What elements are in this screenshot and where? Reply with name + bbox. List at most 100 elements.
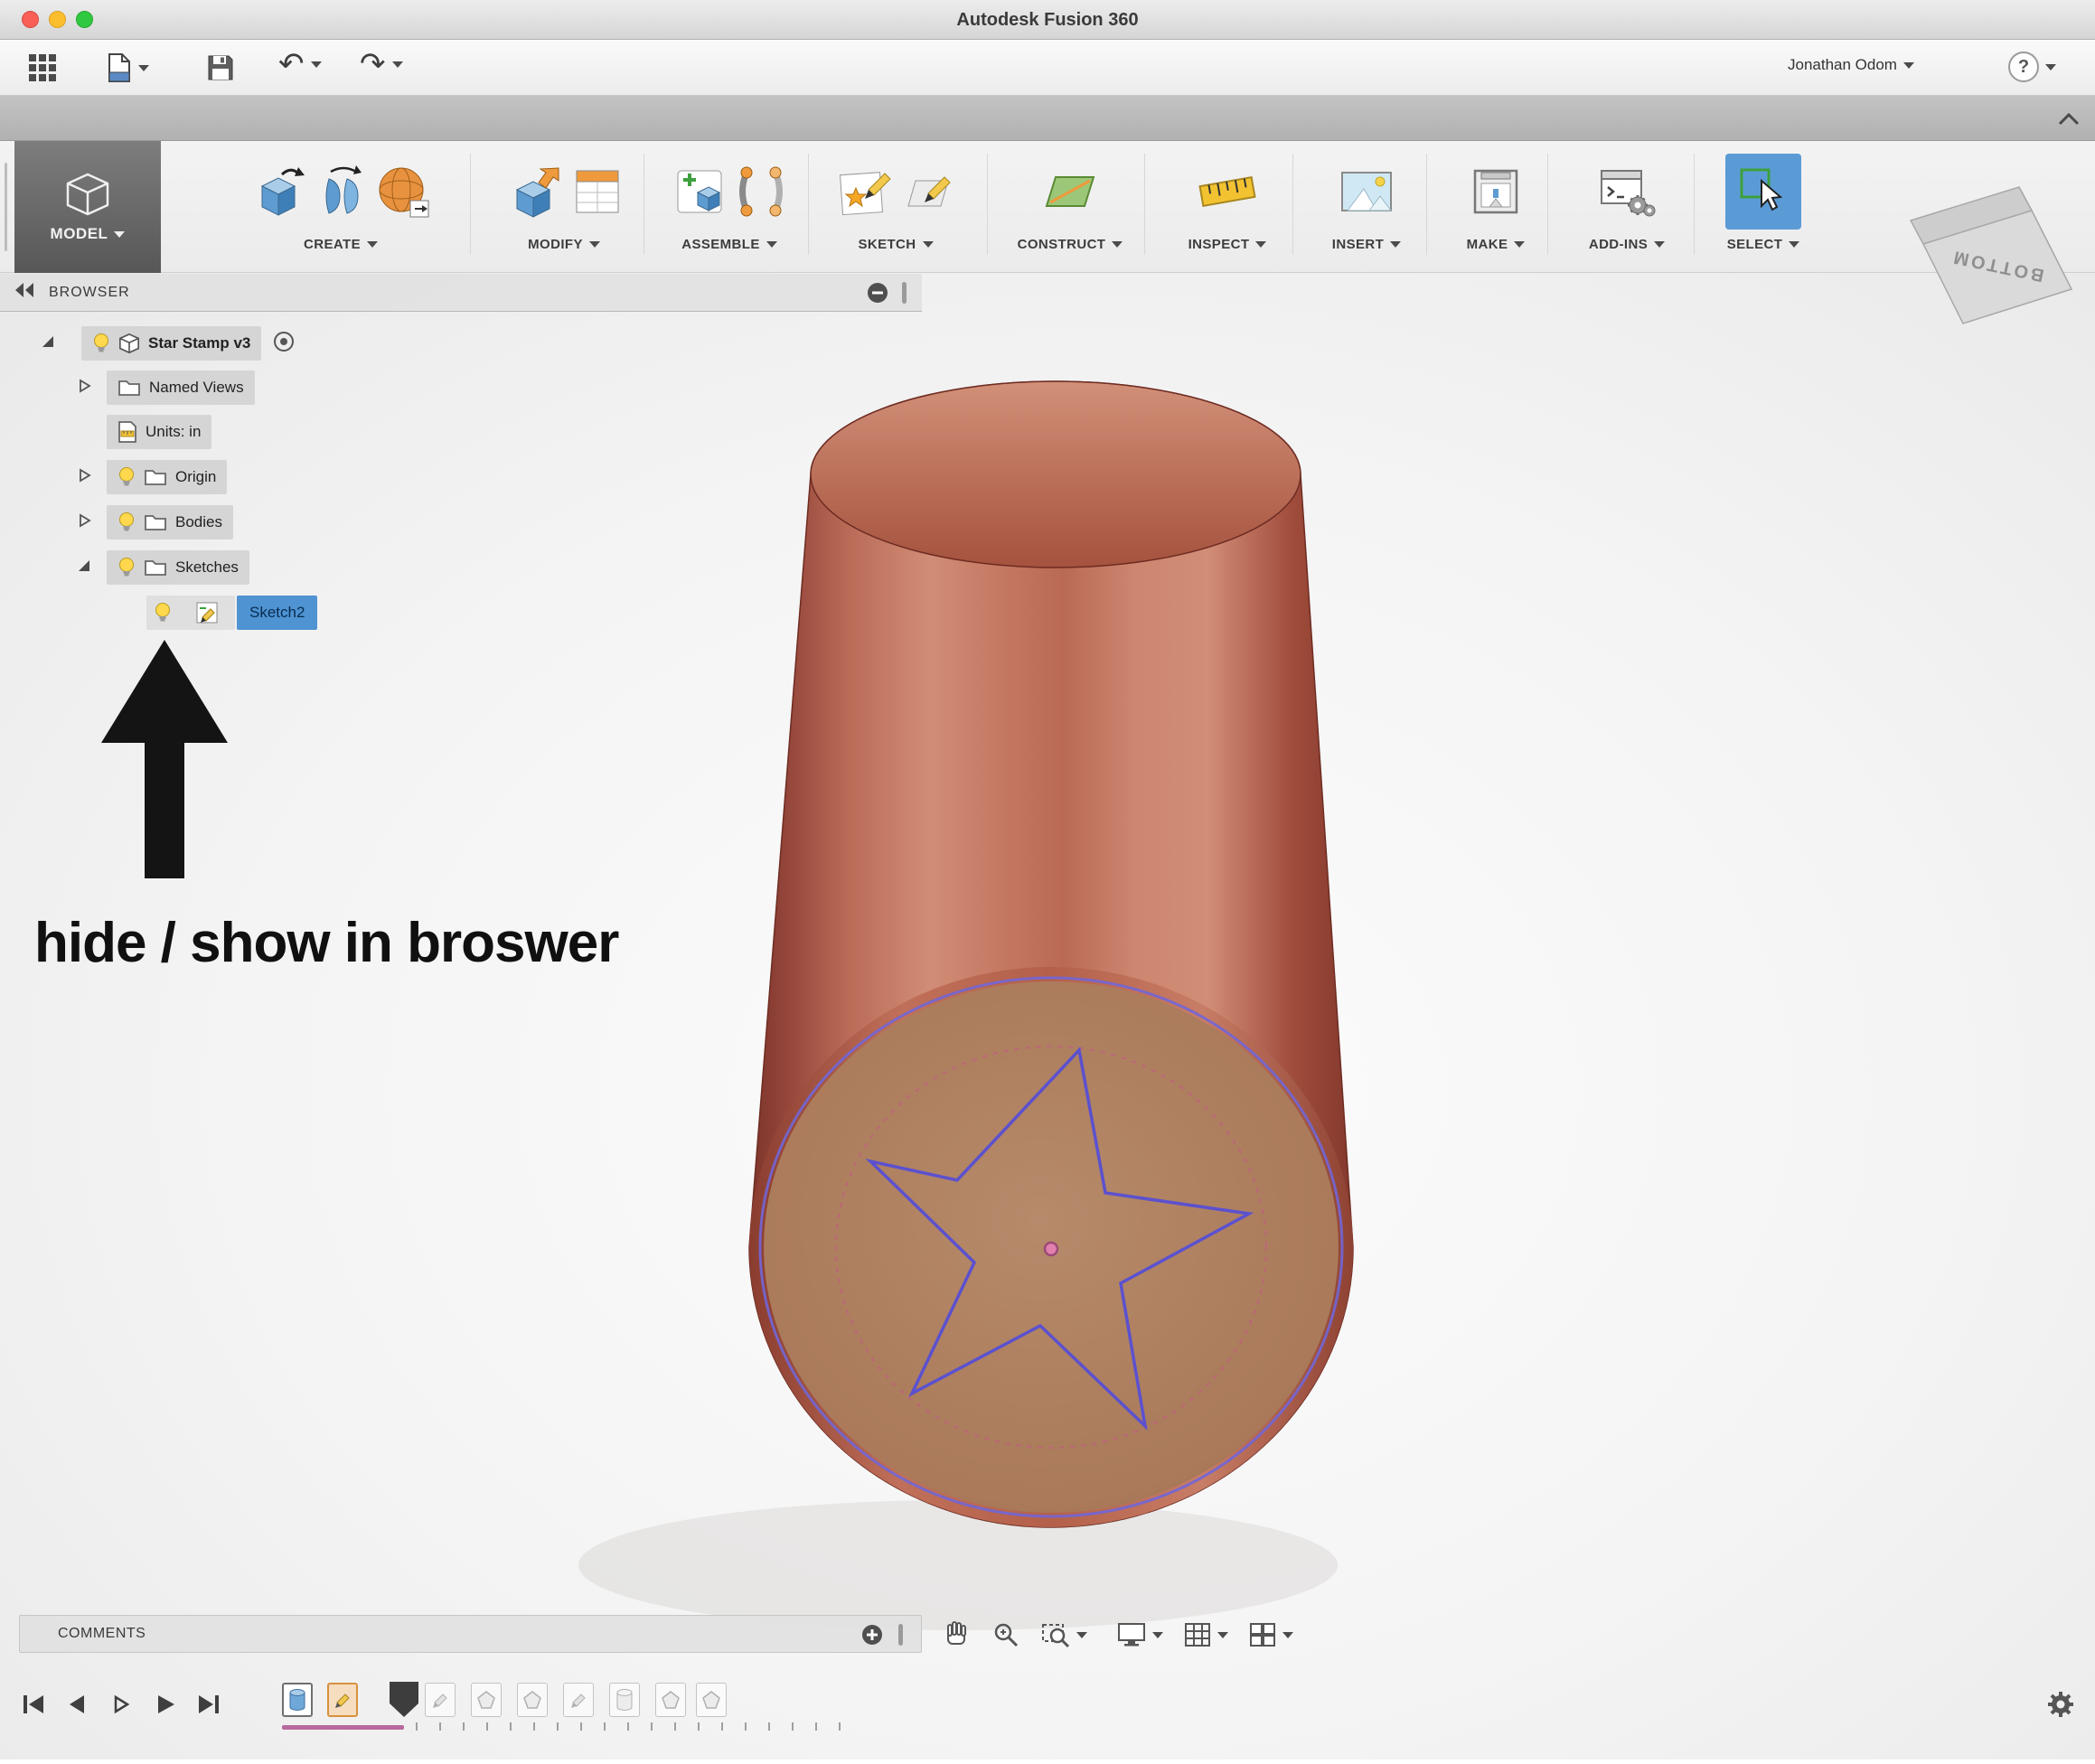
collapse-browser-icon[interactable] bbox=[13, 281, 36, 304]
ribbon-group-construct[interactable]: CONSTRUCT bbox=[998, 141, 1142, 273]
chevron-up-icon bbox=[2057, 112, 2081, 127]
comments-bar[interactable]: COMMENTS bbox=[19, 1615, 922, 1653]
quick-access-toolbar: ↶ ↷ Jonathan Odom ? bbox=[0, 40, 2095, 96]
timeline-feature-sketch-current[interactable] bbox=[327, 1683, 358, 1717]
ribbon-group-insert[interactable]: INSERT bbox=[1303, 141, 1430, 273]
browser-item-named-views[interactable]: Named Views bbox=[0, 368, 255, 408]
group-label: INSERT bbox=[1332, 237, 1384, 252]
viewports-button[interactable] bbox=[1249, 1622, 1293, 1647]
cylinder-shadow bbox=[578, 1500, 1338, 1630]
help-button[interactable]: ? bbox=[2008, 52, 2056, 82]
bodies-pill[interactable]: Bodies bbox=[107, 505, 233, 540]
timeline-feature-suppressed[interactable] bbox=[563, 1683, 594, 1717]
zoom-icon[interactable] bbox=[992, 1621, 1019, 1653]
select-tool-active-tile[interactable] bbox=[1725, 154, 1801, 230]
folder-icon bbox=[144, 558, 167, 577]
browser-panel-handle[interactable] bbox=[902, 282, 907, 304]
ribbon-group-inspect[interactable]: INSPECT bbox=[1155, 141, 1300, 273]
expander-expanded-icon[interactable] bbox=[76, 558, 92, 578]
undo-button[interactable]: ↶ bbox=[278, 49, 322, 80]
app-grid-icon[interactable] bbox=[27, 52, 58, 88]
visibility-bulb-icon[interactable] bbox=[117, 466, 136, 488]
ribbon-group-modify[interactable]: MODIFY bbox=[486, 141, 642, 273]
timeline-feature-suppressed[interactable] bbox=[517, 1683, 548, 1717]
visibility-bulb-icon[interactable] bbox=[92, 333, 110, 354]
timeline-feature-suppressed[interactable] bbox=[609, 1683, 640, 1717]
model-workspace-button[interactable]: MODEL bbox=[14, 141, 161, 273]
timeline-go-to-end-button[interactable] bbox=[192, 1688, 224, 1721]
file-menu-button[interactable] bbox=[107, 52, 149, 83]
browser-minimize-icon[interactable] bbox=[866, 281, 889, 309]
grid-settings-button[interactable] bbox=[1184, 1622, 1228, 1647]
group-label: MAKE bbox=[1467, 237, 1508, 252]
user-menu[interactable]: Jonathan Odom bbox=[1788, 56, 1914, 74]
browser-item-sketches[interactable]: Sketches bbox=[0, 548, 249, 587]
parameters-icon bbox=[573, 165, 622, 218]
timeline-playhead[interactable] bbox=[387, 1679, 421, 1721]
bodies-label: Bodies bbox=[175, 513, 222, 531]
save-button[interactable] bbox=[206, 53, 235, 87]
browser-item-origin[interactable]: Origin bbox=[0, 457, 227, 497]
timeline-step-back-button[interactable] bbox=[61, 1688, 94, 1721]
activate-component-radio-icon[interactable] bbox=[272, 330, 296, 358]
timeline-feature-cylinder[interactable] bbox=[282, 1683, 313, 1717]
visibility-bulb-icon[interactable] bbox=[154, 602, 172, 628]
units-document-icon bbox=[117, 420, 137, 444]
ribbon-group-select[interactable]: SELECT bbox=[1705, 141, 1822, 273]
timeline-feature-suppressed[interactable] bbox=[655, 1683, 686, 1717]
display-settings-button[interactable] bbox=[1117, 1622, 1163, 1647]
viewcube[interactable]: BOTTOM bbox=[1889, 172, 2088, 343]
settings-gear-button[interactable] bbox=[2044, 1688, 2077, 1725]
expander-collapsed-icon[interactable] bbox=[78, 512, 92, 533]
timeline-progress-segment bbox=[282, 1725, 404, 1730]
zoom-window-button[interactable] bbox=[1041, 1621, 1087, 1648]
ribbon-group-addins[interactable]: ADD-INS bbox=[1558, 141, 1696, 273]
units-pill[interactable]: Units: in bbox=[107, 415, 211, 449]
timeline-play-button[interactable] bbox=[148, 1688, 181, 1721]
titlebar: Autodesk Fusion 360 bbox=[0, 0, 2095, 40]
visibility-bulb-icon[interactable] bbox=[117, 511, 136, 533]
timeline-feature-suppressed[interactable] bbox=[696, 1683, 727, 1717]
expander-collapsed-icon[interactable] bbox=[78, 378, 92, 399]
timeline-go-to-start-button[interactable] bbox=[18, 1688, 51, 1721]
pan-hand-icon[interactable] bbox=[944, 1620, 969, 1652]
sketches-pill[interactable]: Sketches bbox=[107, 550, 249, 585]
timeline-ticks[interactable] bbox=[416, 1722, 851, 1731]
root-node-pill[interactable]: Star Stamp v3 bbox=[81, 326, 261, 361]
expander-collapsed-icon[interactable] bbox=[78, 467, 92, 488]
ribbon-group-sketch[interactable]: SKETCH bbox=[815, 141, 976, 273]
named-views-pill[interactable]: Named Views bbox=[107, 371, 255, 405]
visibility-bulb-icon[interactable] bbox=[117, 557, 136, 578]
folder-icon bbox=[144, 467, 167, 487]
collapse-toolbar-chevron[interactable] bbox=[2057, 112, 2081, 131]
comments-add-icon[interactable] bbox=[860, 1623, 884, 1651]
expander-expanded-icon[interactable] bbox=[40, 333, 56, 354]
group-label: ASSEMBLE bbox=[681, 237, 760, 252]
redo-button[interactable]: ↷ bbox=[360, 49, 403, 80]
browser-item-root[interactable]: Star Stamp v3 bbox=[0, 324, 296, 363]
origin-pill[interactable]: Origin bbox=[107, 460, 227, 494]
redo-icon: ↷ bbox=[360, 49, 386, 80]
ribbon-group-create[interactable]: CREATE bbox=[228, 141, 454, 273]
ribbon-separator bbox=[1292, 154, 1293, 255]
timeline-step-forward-button[interactable] bbox=[105, 1688, 137, 1721]
ribbon-grip[interactable] bbox=[5, 163, 7, 251]
user-name: Jonathan Odom bbox=[1788, 56, 1897, 74]
sketch2-selected-label[interactable]: Sketch2 bbox=[237, 596, 317, 630]
grid-icon bbox=[1184, 1622, 1211, 1647]
timeline-feature-suppressed[interactable] bbox=[471, 1683, 502, 1717]
gear-icon bbox=[2044, 1688, 2077, 1721]
browser-item-units[interactable]: Units: in bbox=[0, 412, 211, 452]
ribbon-separator bbox=[470, 154, 471, 255]
units-label: Units: in bbox=[146, 423, 201, 441]
viewport-canvas[interactable] bbox=[0, 273, 2095, 1759]
comments-bar-handle[interactable] bbox=[898, 1624, 903, 1646]
group-label: CONSTRUCT bbox=[1018, 237, 1106, 252]
ribbon-group-assemble[interactable]: ASSEMBLE bbox=[653, 141, 806, 273]
ribbon-group-make[interactable]: MAKE bbox=[1437, 141, 1555, 273]
timeline-feature-suppressed[interactable] bbox=[425, 1683, 456, 1717]
new-body-icon bbox=[249, 163, 307, 220]
root-node-label: Star Stamp v3 bbox=[148, 334, 250, 352]
browser-item-bodies[interactable]: Bodies bbox=[0, 502, 233, 542]
cylinder-top-cap bbox=[811, 381, 1301, 568]
